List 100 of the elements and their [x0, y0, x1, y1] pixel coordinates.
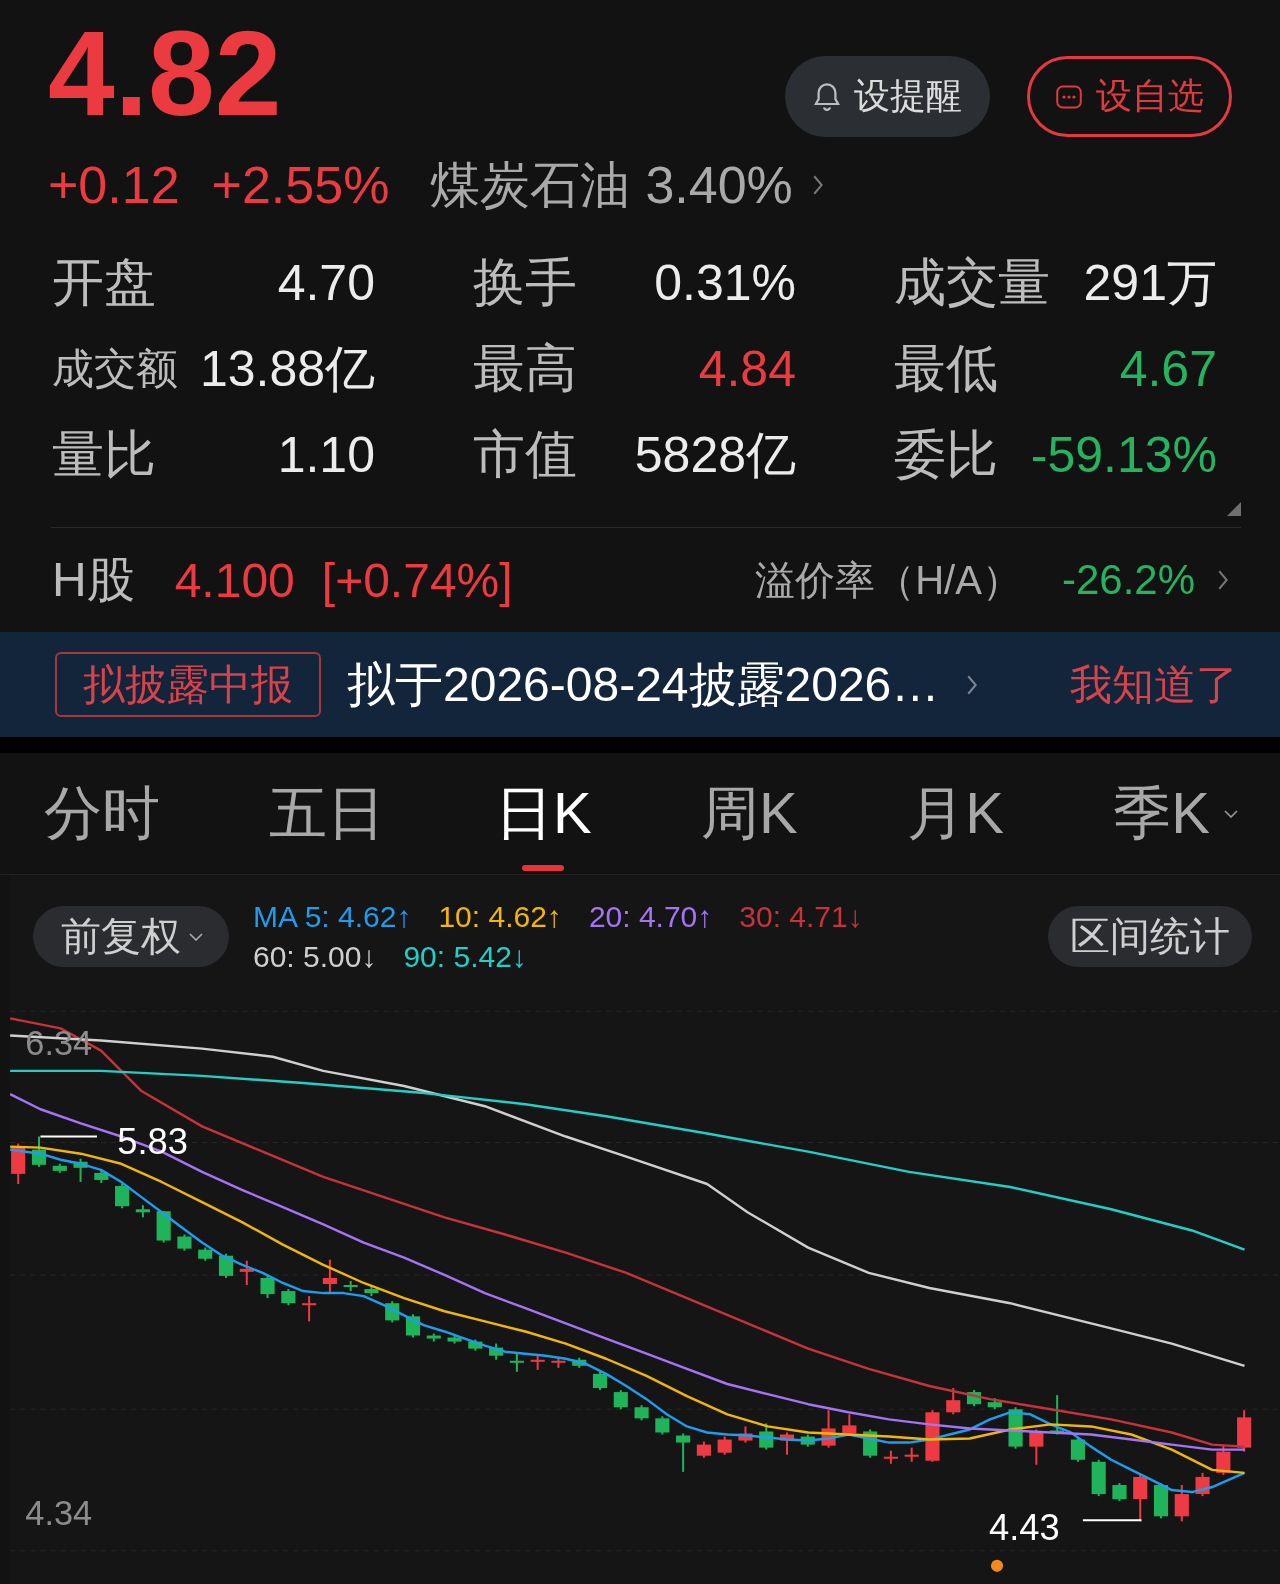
candlestick — [1091, 1459, 1106, 1497]
stat-value: 291万 — [1083, 253, 1217, 313]
candlestick — [592, 1371, 608, 1391]
candlestick — [572, 1357, 587, 1368]
tab[interactable]: 周K — [701, 753, 798, 874]
candlestick — [821, 1410, 836, 1448]
moving-average-value: 20: 4.70↑ — [588, 900, 713, 934]
candlestick — [946, 1388, 961, 1415]
stat-label: 换手 — [473, 252, 577, 313]
stat-label: 量比 — [52, 424, 156, 485]
price-change: +0.12 — [48, 155, 180, 215]
candlestick — [1112, 1483, 1127, 1502]
candlestick — [1153, 1483, 1169, 1519]
candlestick — [405, 1314, 421, 1338]
candlestick — [489, 1343, 504, 1360]
tab[interactable]: 日K — [494, 753, 592, 874]
candlestick — [696, 1441, 711, 1458]
candlestick — [198, 1247, 213, 1261]
candlestick — [364, 1285, 379, 1297]
h-share-change: [+0.74%] — [321, 552, 513, 608]
tab[interactable]: 五日 — [269, 753, 386, 874]
tab[interactable]: 分时 — [44, 753, 160, 874]
notice-text[interactable]: 拟于2026-08-24披露2026… — [347, 652, 940, 717]
candlestick — [1174, 1485, 1189, 1522]
candlestick — [759, 1423, 774, 1450]
candlestick — [676, 1433, 691, 1472]
candlestick — [135, 1205, 150, 1218]
add-to-watchlist-button[interactable]: 设自选 — [1027, 56, 1232, 137]
stat-value: 0.31% — [654, 254, 796, 312]
candlestick — [156, 1211, 171, 1243]
candlestick — [31, 1136, 47, 1167]
candlestick — [530, 1355, 545, 1370]
moving-average-value: 90: 5.42↓ — [403, 940, 527, 974]
low-price-label: 4.43 — [988, 1506, 1060, 1548]
chevron-right-icon[interactable] — [812, 175, 823, 195]
candlestick — [904, 1447, 919, 1462]
candlestick — [177, 1234, 192, 1251]
candlestick — [634, 1405, 649, 1421]
candlestick — [322, 1259, 337, 1295]
price-adjustment-dropdown[interactable]: 前复权 — [33, 906, 229, 967]
stat-label: 成交量 — [894, 252, 1050, 313]
candlestick — [11, 1143, 26, 1184]
leader-line — [1082, 1519, 1142, 1522]
stat-label: 成交额 — [52, 344, 178, 394]
candlestick — [655, 1416, 670, 1435]
stat-value: 4.70 — [277, 254, 375, 312]
active-tab-indicator — [522, 865, 565, 871]
candlestick — [1070, 1437, 1085, 1462]
stat-label: 市值 — [473, 424, 577, 485]
candlestick — [613, 1390, 628, 1410]
candlestick — [966, 1390, 982, 1407]
candlestick — [343, 1280, 358, 1292]
candlestick — [468, 1339, 483, 1351]
dismiss-button[interactable]: 我知道了 — [1070, 656, 1238, 713]
moving-average-value: MA 5: 4.62↑ — [253, 900, 412, 934]
candlestick — [218, 1253, 234, 1278]
candlestick — [987, 1398, 1002, 1410]
percent-change: +2.55% — [211, 155, 390, 215]
candlestick — [447, 1335, 462, 1344]
tab[interactable]: 季K — [1113, 753, 1238, 874]
stat-value: 5828亿 — [634, 425, 796, 485]
candlestick — [1029, 1429, 1044, 1465]
candlestick — [509, 1353, 524, 1372]
chevron-right-icon[interactable] — [967, 674, 978, 695]
candlestick — [800, 1434, 815, 1447]
candlestick — [94, 1169, 109, 1183]
chevron-down-icon — [189, 932, 203, 941]
set-alert-button[interactable]: 设提醒 — [785, 56, 990, 137]
premium-label[interactable]: 溢价率（H/A） — [755, 552, 1022, 608]
candlestick — [73, 1158, 88, 1182]
candlestick — [1216, 1444, 1231, 1475]
dot-icon — [990, 1559, 1004, 1572]
last-price: 4.82 — [48, 11, 282, 135]
leader-line — [40, 1135, 97, 1138]
sector-name[interactable]: 煤炭石油 — [430, 151, 631, 219]
sector-change[interactable]: 3.40% — [645, 155, 793, 215]
candlestick — [426, 1333, 441, 1342]
candlestick — [52, 1163, 67, 1173]
candlestick — [1195, 1472, 1210, 1497]
moving-average-value: 30: 4.71↓ — [739, 900, 863, 934]
h-share-label: H股 — [52, 552, 135, 608]
candlestick — [1050, 1395, 1065, 1435]
triangle-icon[interactable] — [1227, 502, 1241, 516]
stat-value: 13.88亿 — [199, 339, 375, 399]
candlestick — [385, 1301, 400, 1323]
candlestick — [738, 1426, 753, 1443]
candlestick — [883, 1450, 898, 1464]
tab[interactable]: 月K — [907, 753, 1004, 874]
h-share-price: 4.100 — [174, 552, 295, 608]
candlestick — [281, 1289, 296, 1306]
stat-value: 1.10 — [277, 426, 375, 484]
range-stats-button[interactable]: 区间统计 — [1048, 906, 1252, 967]
stat-value: -59.13% — [1030, 426, 1217, 484]
moving-average-value: 10: 4.62↑ — [438, 900, 562, 934]
bell-icon — [813, 82, 840, 111]
axis-label: 4.34 — [25, 1494, 93, 1533]
candlestick — [1237, 1410, 1252, 1452]
candlestick — [551, 1356, 566, 1368]
chevron-right-icon[interactable] — [1218, 570, 1228, 590]
premium-value[interactable]: -26.2% — [1061, 556, 1195, 604]
